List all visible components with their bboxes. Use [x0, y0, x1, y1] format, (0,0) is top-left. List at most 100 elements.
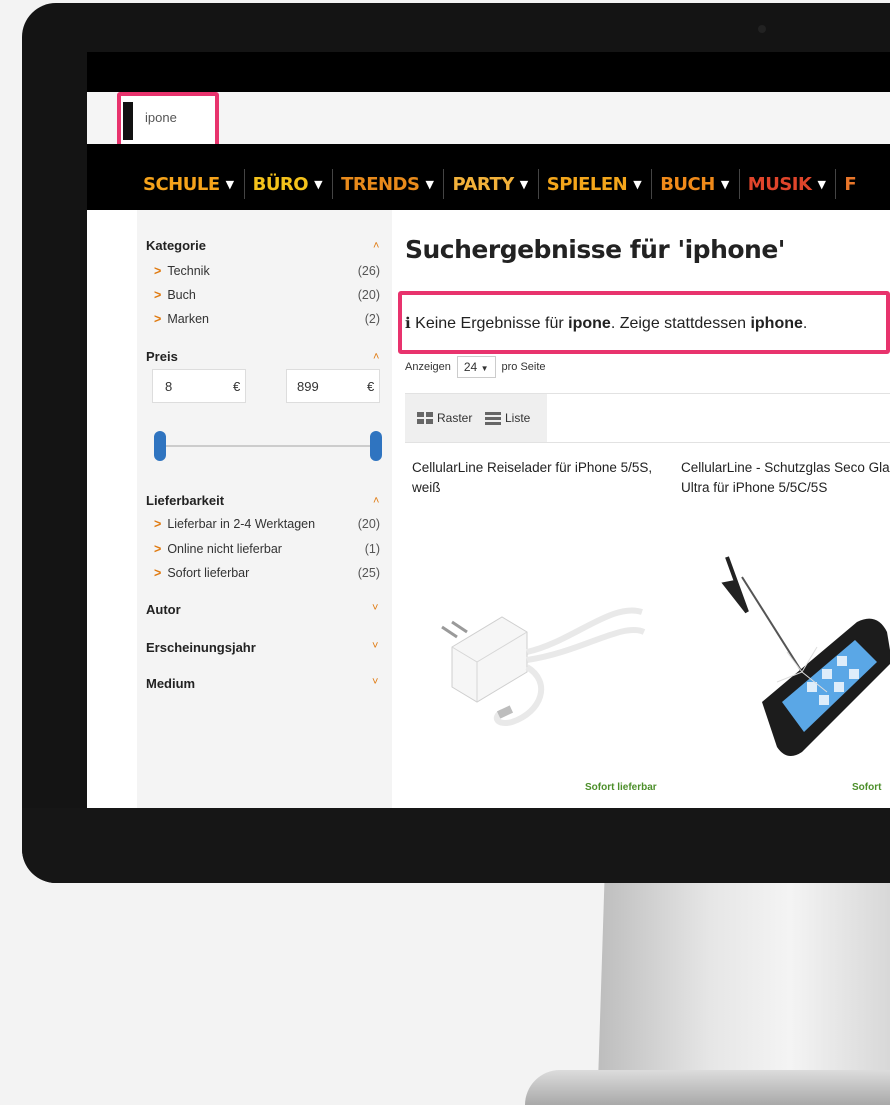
- no-results-notice: ℹ︎ Keine Ergebnisse für ipone. Zeige sta…: [405, 314, 807, 333]
- nav-label: TRENDS: [341, 173, 420, 195]
- per-page-value: 24: [463, 360, 478, 374]
- facet-title-erscheinungsjahr[interactable]: Erscheinungsjahr: [146, 640, 256, 655]
- facet-count: (1): [364, 542, 380, 556]
- caret-down-icon: ▼: [633, 177, 642, 191]
- per-page-select[interactable]: 24 ▼: [456, 356, 496, 378]
- chevron-right-icon: >: [154, 312, 162, 326]
- price-min-value: 8: [165, 379, 173, 394]
- chevron-down-icon[interactable]: ˅: [372, 602, 378, 614]
- nav-divider: [443, 169, 445, 199]
- notice-prefix: Keine Ergebnisse für: [415, 315, 569, 332]
- top-bar: [87, 52, 890, 92]
- notice-suggested-query[interactable]: iphone: [750, 315, 802, 332]
- facet-item-label: Lieferbar in 2-4 Werktagen: [167, 517, 316, 531]
- chevron-right-icon: >: [154, 288, 162, 302]
- chevron-down-icon[interactable]: ˅: [372, 676, 378, 688]
- product-title[interactable]: CellularLine Reiselader für iPhone 5/5S,…: [412, 458, 667, 498]
- nav-divider: [738, 169, 740, 199]
- stock-status: Sofort: [852, 782, 882, 793]
- facet-item-lieferbar-2-4[interactable]: > Lieferbar in 2-4 Werktagen: [154, 517, 315, 531]
- chevron-down-icon[interactable]: ˅: [372, 640, 378, 652]
- facet-item-buch[interactable]: > Buch: [154, 288, 196, 302]
- facet-item-label: Marken: [167, 312, 209, 326]
- grid-icon: [417, 411, 433, 424]
- screen: ipone SCHULE ▼ BÜRO ▼ TRENDS ▼ PARTY ▼ SPIEL…: [87, 52, 890, 808]
- nav-item-party[interactable]: PARTY ▼: [452, 173, 528, 195]
- nav-item-buch[interactable]: BUCH ▼: [660, 174, 729, 195]
- facet-title-medium[interactable]: Medium: [146, 676, 195, 691]
- facet-item-online-nicht-lieferbar[interactable]: > Online nicht lieferbar: [154, 542, 282, 556]
- nav-item-truncated[interactable]: F: [844, 174, 856, 195]
- facet-item-label: Technik: [167, 264, 210, 278]
- nav-item-trends[interactable]: TRENDS ▼: [341, 173, 434, 195]
- facet-item-label: Online nicht lieferbar: [167, 542, 282, 556]
- chevron-up-icon[interactable]: ˄: [373, 240, 379, 252]
- nav-item-buero[interactable]: BÜRO ▼: [252, 173, 323, 195]
- chevron-up-icon[interactable]: ˄: [373, 351, 379, 363]
- monitor-stand-base: [525, 1070, 890, 1105]
- caret-down-icon: ▼: [425, 177, 434, 191]
- price-slider-max-handle[interactable]: [370, 431, 382, 461]
- monitor-stand: [598, 883, 890, 1083]
- facet-count: (25): [357, 566, 380, 580]
- list-icon: [485, 411, 501, 425]
- view-list-button[interactable]: Liste: [485, 411, 530, 425]
- chevron-right-icon: >: [154, 542, 162, 556]
- nav-label: F: [844, 173, 857, 195]
- price-min-input[interactable]: 8 €: [152, 369, 246, 403]
- caret-down-icon: ▼: [314, 177, 323, 191]
- nav-label: SPIELEN: [546, 173, 628, 195]
- facet-title-lieferbarkeit: Lieferbarkeit: [146, 493, 225, 508]
- view-grid-button[interactable]: Raster: [417, 411, 472, 425]
- facet-item-technik[interactable]: > Technik: [154, 264, 210, 278]
- nav-divider: [537, 169, 539, 199]
- notice-middle: . Zeige stattdessen: [610, 315, 751, 332]
- facet-count: (20): [357, 288, 380, 302]
- nav-divider: [243, 169, 245, 199]
- chevron-right-icon: >: [154, 566, 162, 580]
- caret-down-icon: ▼: [480, 364, 489, 373]
- price-max-input[interactable]: 899 €: [286, 369, 380, 403]
- price-max-value: 899: [297, 379, 319, 394]
- nav-item-schule[interactable]: SCHULE ▼: [143, 174, 234, 195]
- view-grid-label: Raster: [437, 411, 473, 425]
- facet-item-label: Buch: [167, 288, 196, 302]
- monitor-chin: [22, 808, 890, 883]
- nav-item-musik[interactable]: MUSIK ▼: [748, 174, 826, 195]
- facet-count: (2): [364, 312, 380, 326]
- facet-count: (20): [357, 517, 380, 531]
- charger-image[interactable]: [432, 592, 652, 732]
- nav-label: MUSIK: [747, 173, 812, 195]
- nav-divider: [835, 169, 837, 199]
- chevron-up-icon[interactable]: ˄: [373, 495, 379, 507]
- view-list-label: Liste: [505, 411, 531, 425]
- facet-item-label: Sofort lieferbar: [167, 566, 250, 580]
- chevron-right-icon: >: [154, 517, 162, 531]
- notice-typed-query: ipone: [568, 315, 611, 332]
- facet-title-autor[interactable]: Autor: [146, 602, 181, 617]
- screen-protector-image[interactable]: [707, 552, 890, 772]
- nav-label: PARTY: [452, 173, 514, 195]
- price-slider-min-handle[interactable]: [154, 431, 166, 461]
- nav-item-spielen[interactable]: SPIELEN ▼: [546, 173, 642, 195]
- facet-title-kategorie: Kategorie: [146, 238, 206, 253]
- product-title[interactable]: CellularLine - Schutzglas Seco Glass Ult…: [681, 458, 890, 498]
- nav-divider: [651, 169, 653, 199]
- currency-symbol: €: [233, 379, 241, 394]
- results-toolbar: Anzeigen 24 ▼ pro Seite: [405, 356, 546, 378]
- show-label: Anzeigen: [405, 361, 451, 373]
- nav-divider: [332, 169, 334, 199]
- facet-count: (26): [357, 264, 380, 278]
- nav-label: BÜRO: [252, 173, 309, 195]
- facet-item-marken[interactable]: > Marken: [154, 312, 209, 326]
- facet-item-sofort-lieferbar[interactable]: > Sofort lieferbar: [154, 566, 249, 580]
- facet-title-preis: Preis: [146, 349, 178, 364]
- info-icon: ℹ︎: [405, 315, 411, 332]
- caret-down-icon: ▼: [519, 177, 528, 191]
- page-title: Suchergebnisse für 'iphone': [405, 235, 785, 264]
- caret-down-icon: ▼: [817, 177, 826, 191]
- per-page-suffix: pro Seite: [501, 361, 546, 373]
- caret-down-icon: ▼: [720, 177, 729, 191]
- nav-label: SCHULE: [143, 173, 220, 195]
- divider: [405, 442, 890, 443]
